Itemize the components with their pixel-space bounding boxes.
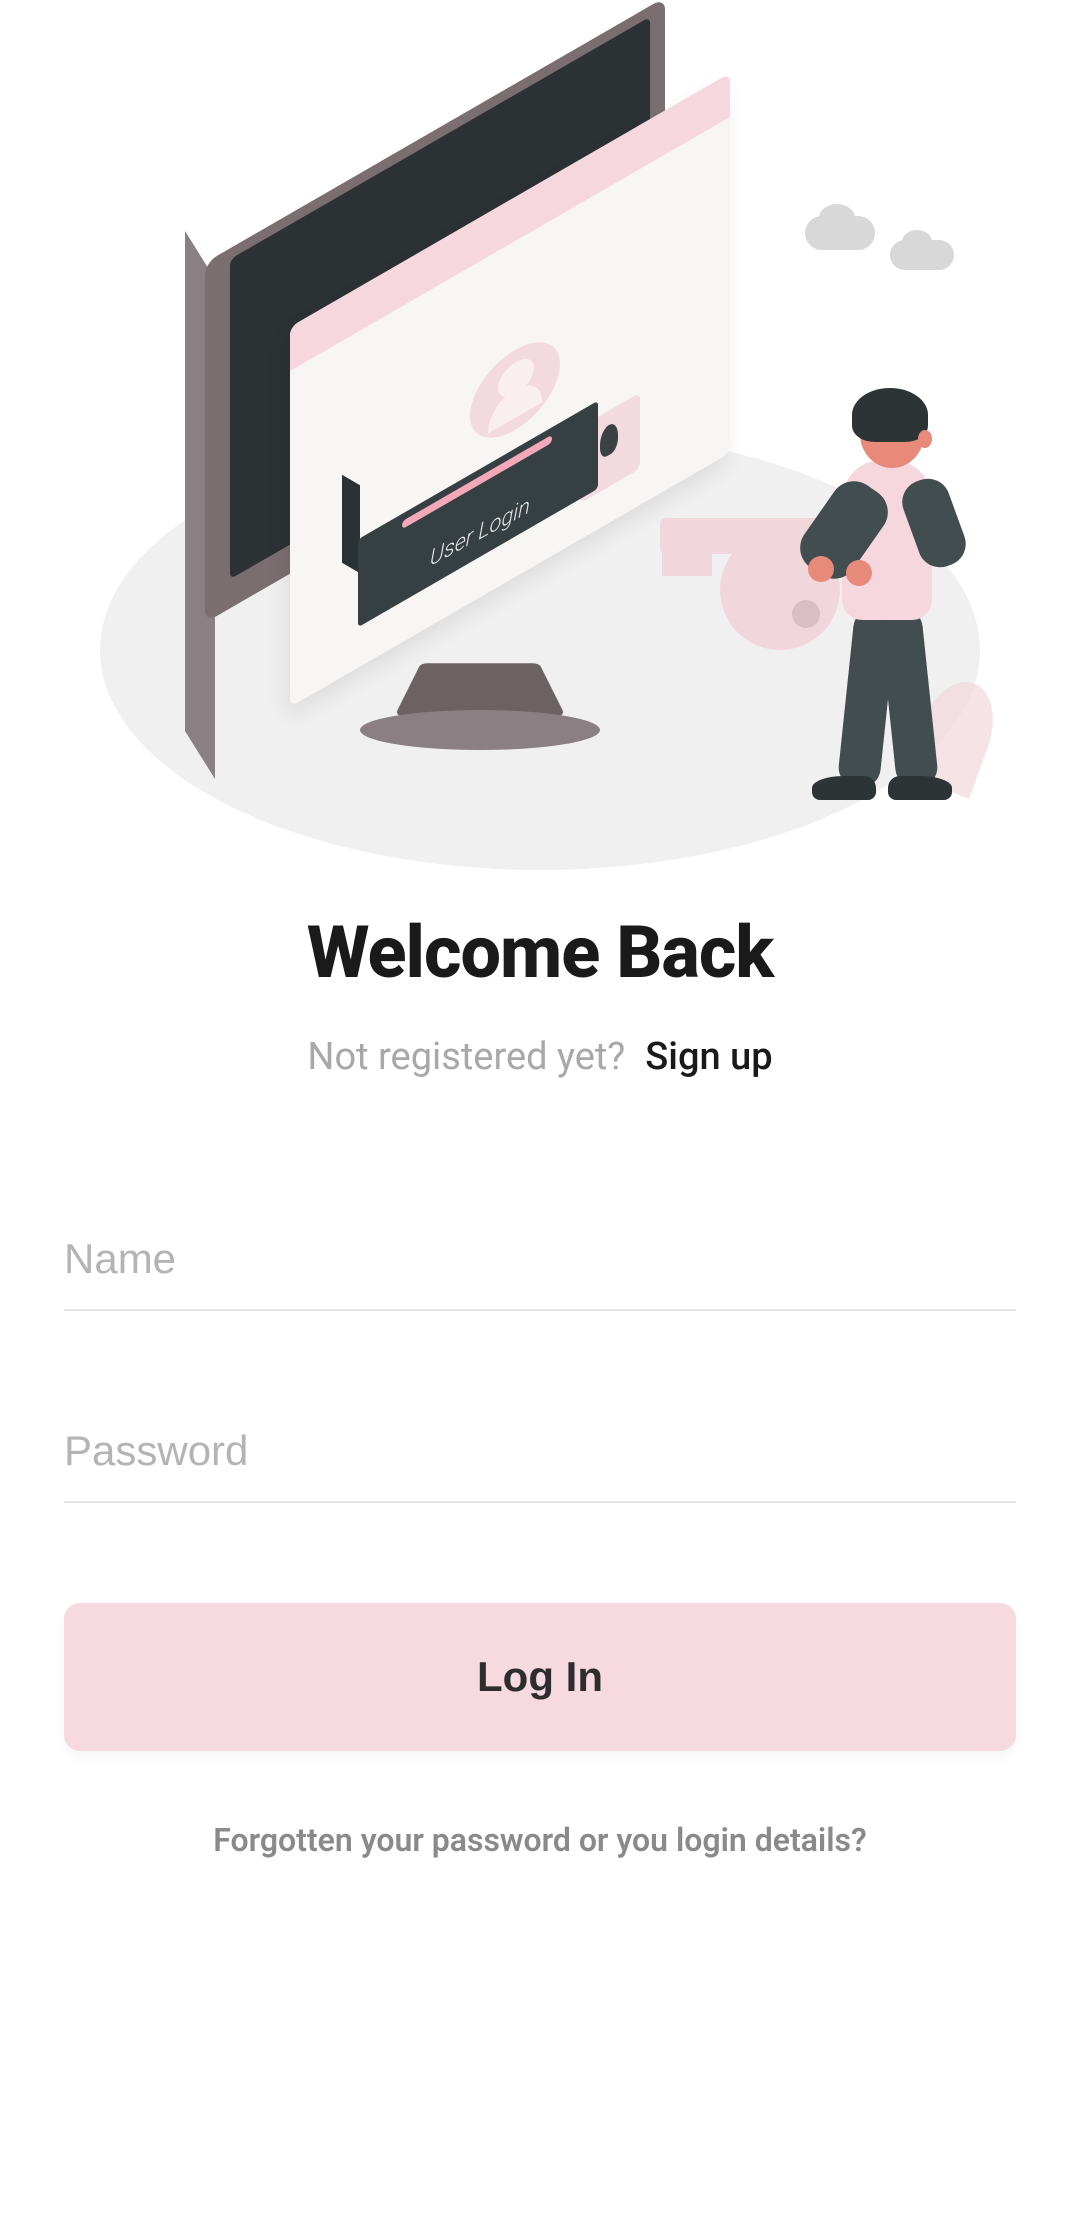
monitor-base <box>360 710 600 750</box>
subtitle-row: Not registered yet? Sign up <box>307 1035 772 1079</box>
person-foot <box>888 776 952 800</box>
cloud-icon <box>890 240 954 270</box>
login-form: Log In <box>64 1209 1016 1751</box>
login-illustration: User Login <box>90 70 990 850</box>
person-hand <box>846 560 872 586</box>
name-input[interactable] <box>64 1209 1016 1311</box>
key-teeth-icon <box>662 550 712 576</box>
monitor-stand <box>394 663 566 716</box>
login-button[interactable]: Log In <box>64 1603 1016 1751</box>
person-hand <box>808 556 834 582</box>
forgot-password-link[interactable]: Forgotten your password or you login det… <box>213 1821 866 1859</box>
person-foot <box>812 776 876 800</box>
subtitle-prompt: Not registered yet? <box>307 1035 625 1079</box>
signup-link[interactable]: Sign up <box>645 1035 772 1079</box>
page-title: Welcome Back <box>307 910 773 995</box>
person-hair <box>852 388 928 442</box>
key-hole-icon <box>792 600 820 628</box>
person-ear <box>918 430 932 448</box>
cloud-icon <box>805 216 875 250</box>
password-input[interactable] <box>64 1401 1016 1503</box>
